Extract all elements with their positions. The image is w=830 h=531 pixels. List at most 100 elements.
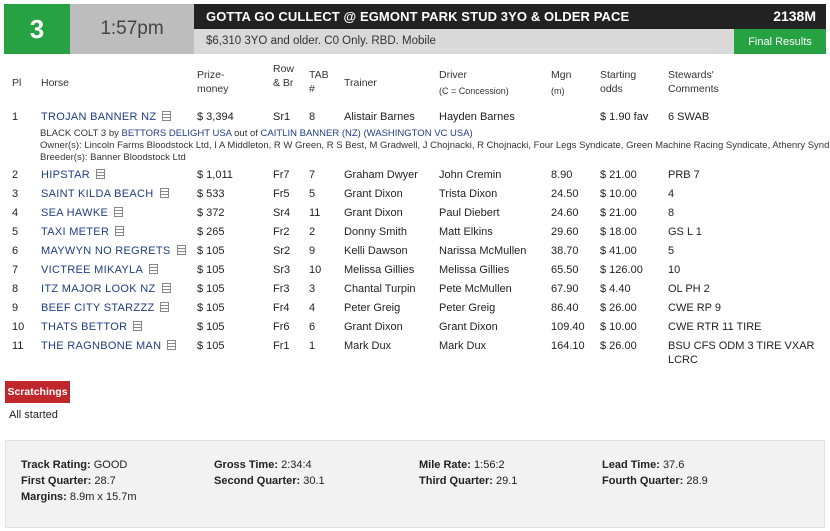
form-guide-icon[interactable] <box>95 169 105 179</box>
stewards-comments-cell: CWE RTR 11 TIRE <box>668 321 762 333</box>
table-row: 9 BEEF CITY STARZZZ $ 105 Fr4 4 Peter Greig Pe… <box>0 301 830 320</box>
odds-cell: $ 1.90 fav <box>600 111 649 123</box>
tab-number-cell: 7 <box>309 169 316 181</box>
prize-cell: $ 105 <box>197 264 225 276</box>
final-results-button[interactable]: Final Results <box>734 29 826 54</box>
form-guide-icon[interactable] <box>149 264 159 274</box>
margin-cell: 86.40 <box>551 302 579 314</box>
trainer-cell: Kelli Dawson <box>344 245 408 257</box>
form-guide-icon[interactable] <box>176 245 186 255</box>
horse-cell: VICTREE MIKAYLA <box>41 263 159 277</box>
row-barrier-cell: Fr1 <box>273 340 290 352</box>
stat-mile-rate: Mile Rate: 1:56:2 <box>419 459 505 471</box>
tab-number-cell: 4 <box>309 302 316 314</box>
trainer-cell: Graham Dwyer <box>344 169 418 181</box>
horse-cell: BEEF CITY STARZZZ <box>41 301 170 315</box>
place-cell: 11 <box>12 340 24 352</box>
horse-cell: THE RAGNBONE MAN <box>41 339 177 353</box>
horse-cell: SEA HAWKE <box>41 206 124 220</box>
horse-cell: HIPSTAR <box>41 168 105 182</box>
tab-number-cell: 11 <box>309 207 321 219</box>
driver-cell: John Cremin <box>439 169 502 181</box>
prize-cell: $ 1,011 <box>197 169 233 181</box>
driver-cell: Pete McMullen <box>439 283 512 295</box>
trainer-cell: Grant Dixon <box>344 188 403 200</box>
winner-breeders: Breeder(s): Banner Bloodstock Ltd <box>40 152 186 163</box>
trainer-cell: Chantal Turpin <box>344 283 416 295</box>
row-barrier-cell: Fr5 <box>273 188 290 200</box>
trainer-cell: Peter Greig <box>344 302 401 314</box>
race-stats-box: Track Rating: GOOD Gross Time: 2:34:4 Mi… <box>5 440 825 528</box>
form-guide-icon[interactable] <box>167 340 177 350</box>
horse-cell: MAYWYN NO REGRETS <box>41 244 186 258</box>
stat-margins: Margins: 8.9m x 15.7m <box>21 491 137 503</box>
odds-cell: $ 126.00 <box>600 264 643 276</box>
horse-cell: THATS BETTOR <box>41 320 143 334</box>
place-cell: 7 <box>12 264 19 276</box>
margin-cell: 38.70 <box>551 245 579 257</box>
stat-first-quarter: First Quarter: 28.7 <box>21 475 116 487</box>
horse-cell: TROJAN BANNER NZ <box>41 110 172 124</box>
trainer-cell: Mark Dux <box>344 340 392 352</box>
horse-name-link[interactable]: SAINT KILDA BEACH <box>41 188 154 200</box>
row-barrier-cell: Sr2 <box>273 245 291 257</box>
driver-cell: Mark Dux <box>439 340 487 352</box>
horse-name-link[interactable]: ITZ MAJOR LOOK NZ <box>41 283 156 295</box>
col-header-mgn-unit: (m) <box>551 86 565 96</box>
horse-cell: TAXI METER <box>41 225 125 239</box>
trainer-cell: Melissa Gillies <box>344 264 415 276</box>
horse-cell: ITZ MAJOR LOOK NZ <box>41 282 171 296</box>
table-row: 3 SAINT KILDA BEACH $ 533 Fr5 5 Grant Dixon Tr… <box>0 187 830 206</box>
table-row: 8 ITZ MAJOR LOOK NZ $ 105 Fr3 3 Chantal Turpi… <box>0 282 830 301</box>
table-row: 11 THE RAGNBONE MAN $ 105 Fr1 1 Mark Dux Mark … <box>0 339 830 366</box>
driver-cell: Narissa McMullen <box>439 245 527 257</box>
horse-name-link[interactable]: BEEF CITY STARZZZ <box>41 302 154 314</box>
driver-cell: Paul Diebert <box>439 207 500 219</box>
margin-cell: 24.60 <box>551 207 579 219</box>
tab-number-cell: 5 <box>309 188 316 200</box>
col-header-trainer: Trainer <box>344 77 377 89</box>
col-header-horse: Horse <box>41 77 70 89</box>
table-row: 4 SEA HAWKE $ 372 Sr4 11 Grant Dixon Paul Dieb… <box>0 206 830 225</box>
row-barrier-cell: Sr1 <box>273 111 291 123</box>
race-distance: 2138M <box>773 8 816 24</box>
breeding-out-of: out of <box>234 128 258 139</box>
stewards-comments-cell: PRB 7 <box>668 169 700 181</box>
odds-cell: $ 4.40 <box>600 283 631 295</box>
horse-name-link[interactable]: TROJAN BANNER NZ <box>41 111 156 123</box>
form-guide-icon[interactable] <box>160 302 170 312</box>
stewards-comments-cell: 10 <box>668 264 681 276</box>
driver-cell: Peter Greig <box>439 302 496 314</box>
stat-fourth-quarter: Fourth Quarter: 28.9 <box>602 475 708 487</box>
stewards-comments-cell: CWE RP 9 <box>668 302 721 314</box>
form-guide-icon[interactable] <box>114 207 124 217</box>
place-cell: 2 <box>12 169 19 181</box>
form-guide-icon[interactable] <box>162 111 172 121</box>
row-barrier-cell: Sr4 <box>273 207 291 219</box>
horse-name-link[interactable]: MAYWYN NO REGRETS <box>41 245 171 257</box>
odds-cell: $ 10.00 <box>600 321 637 333</box>
dam-link[interactable]: CAITLIN BANNER (NZ) (WASHINGTON VC USA) <box>261 128 473 139</box>
horse-name-link[interactable]: THE RAGNBONE MAN <box>41 340 161 352</box>
horse-name-link[interactable]: SEA HAWKE <box>41 207 108 219</box>
margin-cell: 67.90 <box>551 283 579 295</box>
horse-name-link[interactable]: HIPSTAR <box>41 169 90 181</box>
row-barrier-cell: Sr3 <box>273 264 291 276</box>
odds-cell: $ 21.00 <box>600 207 637 219</box>
race-conditions: $6,310 3YO and older. C0 Only. RBD. Mobi… <box>206 35 436 47</box>
form-guide-icon[interactable] <box>115 226 125 236</box>
horse-name-link[interactable]: THATS BETTOR <box>41 321 127 333</box>
stewards-comments-cell: GS L 1 <box>668 226 702 238</box>
scratchings-button[interactable]: Scratchings <box>5 381 70 403</box>
form-guide-icon[interactable] <box>133 321 143 331</box>
horse-name-link[interactable]: TAXI METER <box>41 226 109 238</box>
stewards-comments-cell: 8 <box>668 207 675 219</box>
tab-number-cell: 3 <box>309 283 316 295</box>
horse-name-link[interactable]: VICTREE MIKAYLA <box>41 264 143 276</box>
place-cell: 5 <box>12 226 19 238</box>
place-cell: 4 <box>12 207 19 219</box>
form-guide-icon[interactable] <box>161 283 171 293</box>
form-guide-icon[interactable] <box>159 188 169 198</box>
col-header-mgn: Mgn <box>551 69 572 81</box>
sire-link[interactable]: BETTORS DELIGHT USA <box>122 128 232 139</box>
